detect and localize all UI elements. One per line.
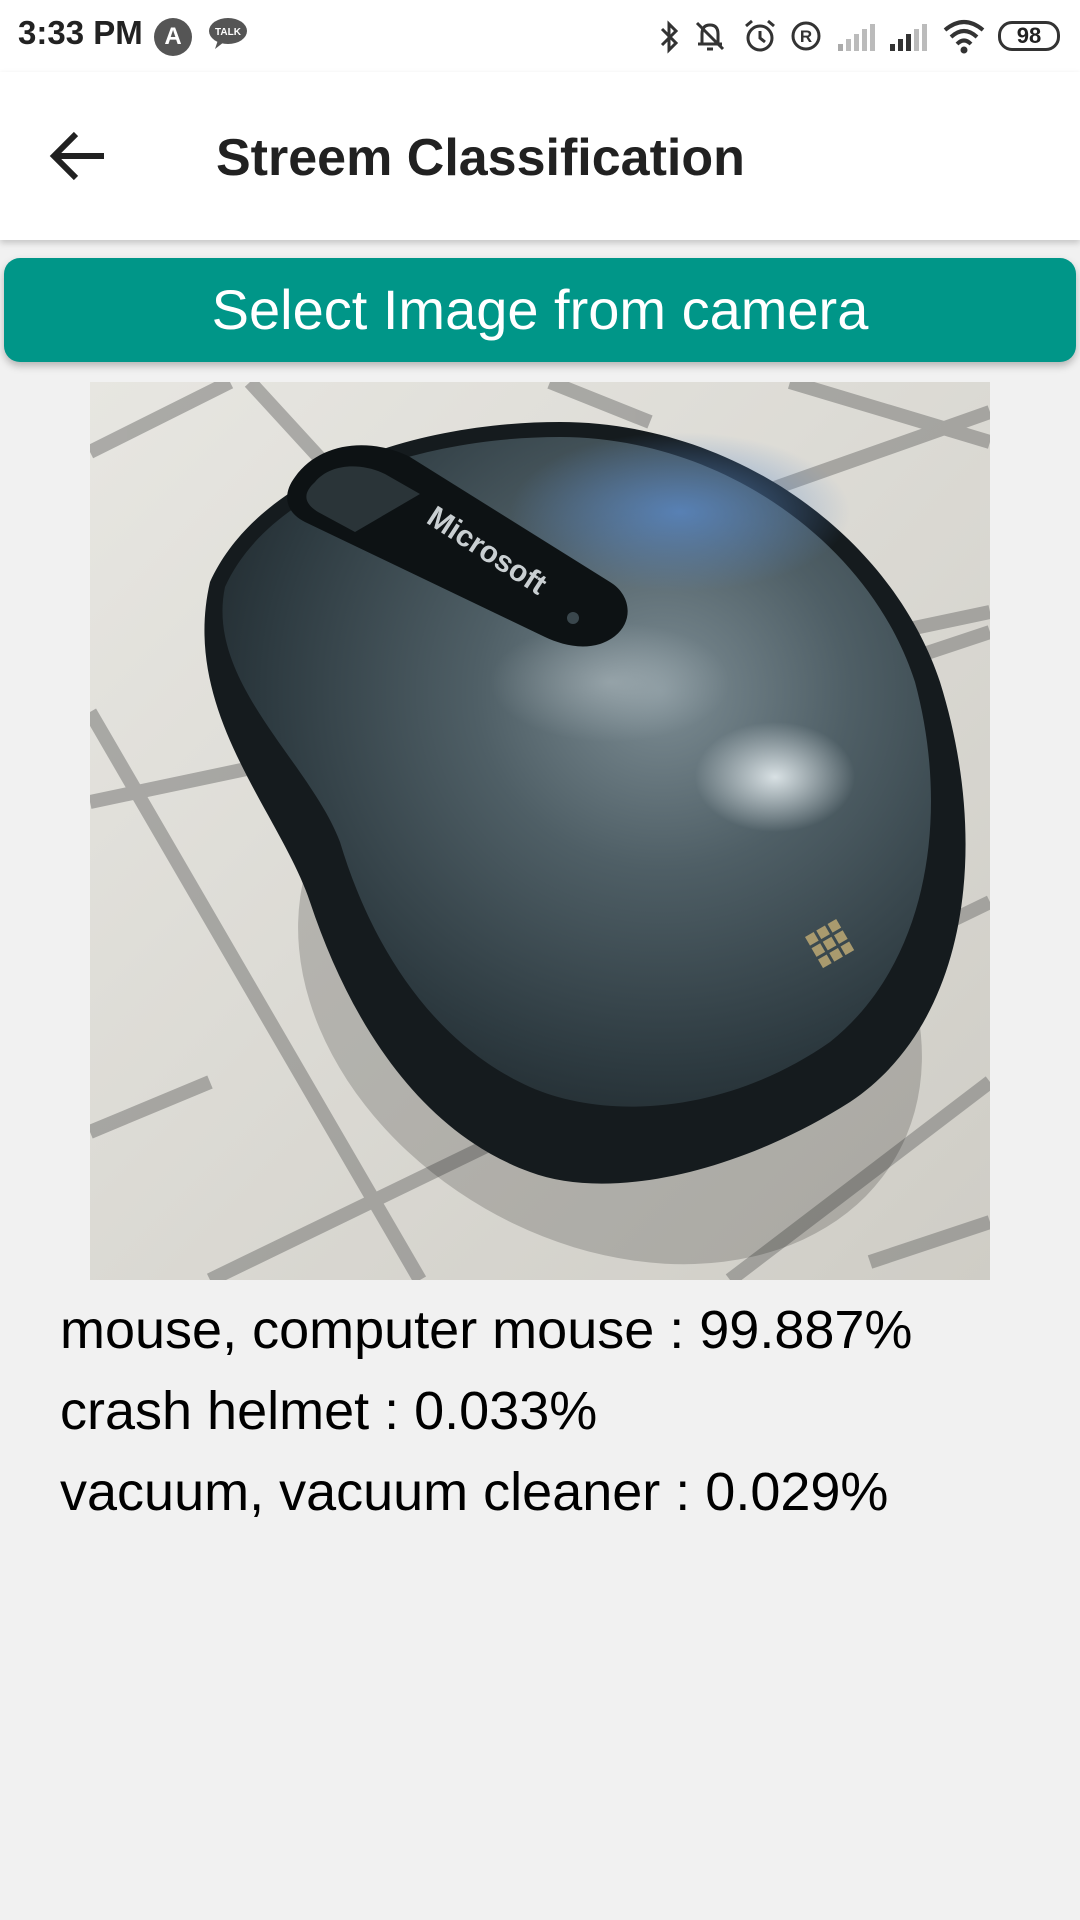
- result-item: vacuum, vacuum cleaner : 0.029%: [60, 1462, 889, 1522]
- wifi-icon: [943, 20, 985, 54]
- svg-text:R: R: [800, 27, 812, 46]
- talk-icon: TALK: [209, 18, 247, 49]
- arrow-left-icon[interactable]: [42, 124, 114, 188]
- status-bar: 3:33 PM A TALK R 98: [0, 0, 1080, 72]
- signal-weak-icon: [838, 24, 875, 51]
- page-title: Streem Classification: [216, 129, 745, 187]
- classification-results: mouse, computer mouse : 99.887% crash he…: [60, 1290, 1060, 1533]
- app-bar: Streem Classification: [0, 72, 1080, 240]
- select-image-button[interactable]: Select Image from camera: [4, 258, 1076, 362]
- vibrate-off-icon: [695, 21, 725, 51]
- bluetooth-icon: [660, 20, 679, 54]
- app-a-icon: A: [154, 18, 192, 56]
- result-item: mouse, computer mouse : 99.887%: [60, 1300, 913, 1360]
- signal-icon: [890, 24, 927, 51]
- result-item: crash helmet : 0.033%: [60, 1381, 598, 1441]
- registered-icon: R: [791, 21, 821, 51]
- status-time: 3:33 PM: [18, 14, 143, 51]
- computer-mouse-photo: Microsoft: [90, 382, 990, 1280]
- svg-text:TALK: TALK: [215, 27, 242, 38]
- alarm-icon: [745, 19, 775, 52]
- battery-icon: 98: [998, 21, 1060, 51]
